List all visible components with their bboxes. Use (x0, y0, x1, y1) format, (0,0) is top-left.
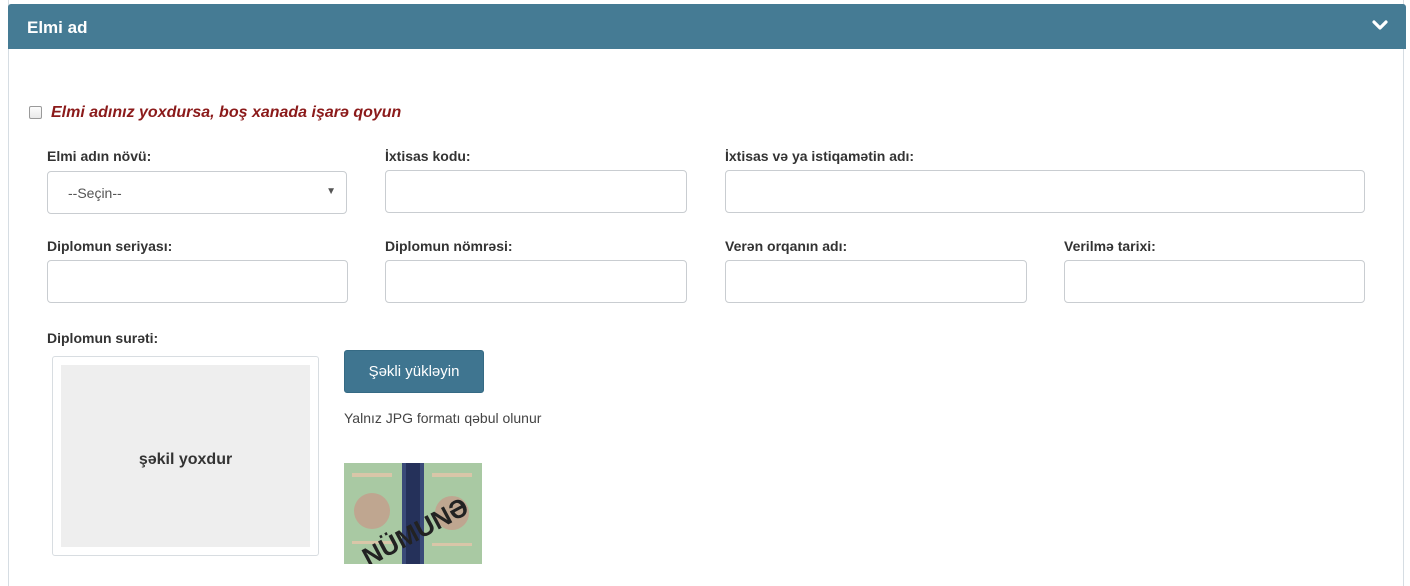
no-image-text: şəkil yoxdur (138, 451, 233, 468)
degree-type-select[interactable]: --Seçin-- ▼ (47, 171, 347, 214)
no-degree-label: Elmi adınız yoxdursa, boş xanada işarə q… (51, 104, 402, 121)
issue-date-input[interactable] (1064, 260, 1365, 303)
issue-date-label: Verilmə tarixi: (1064, 238, 1156, 254)
issuer-name-label: Verən orqanın adı: (725, 238, 848, 254)
diploma-number-input[interactable] (385, 260, 687, 303)
specialty-code-label: İxtisas kodu: (385, 148, 471, 164)
specialty-name-label: İxtisas və ya istiqamətin adı: (725, 148, 915, 164)
issuer-name-input[interactable] (725, 260, 1027, 303)
upload-image-button[interactable]: Şəkli yükləyin (344, 350, 484, 393)
scientific-title-panel: Elmi ad Elmi adınız yoxdursa, boş xanada… (8, 0, 1406, 586)
diploma-image-placeholder: şəkil yoxdur (61, 365, 310, 547)
diploma-image-frame: şəkil yoxdur (52, 356, 319, 556)
panel-header[interactable]: Elmi ad (8, 4, 1406, 49)
sample-diploma-image[interactable]: NÜMUNƏ (344, 463, 482, 564)
degree-type-label: Elmi adın növü: (47, 148, 152, 164)
panel-title: Elmi ad (27, 18, 88, 37)
diploma-series-input[interactable] (47, 260, 348, 303)
diploma-number-label: Diplomun nömrəsi: (385, 238, 513, 254)
specialty-code-input[interactable] (385, 170, 687, 213)
specialty-name-input[interactable] (725, 170, 1365, 213)
caret-down-icon: ▼ (326, 186, 336, 197)
diploma-series-label: Diplomun seriyası: (47, 238, 173, 254)
degree-type-value: --Seçin-- (68, 185, 122, 201)
chevron-down-icon[interactable] (1372, 18, 1388, 32)
no-degree-checkbox[interactable] (29, 106, 42, 119)
diploma-copy-label: Diplomun surəti: (47, 330, 159, 346)
format-note: Yalnız JPG formatı qəbul olunur (344, 410, 542, 426)
